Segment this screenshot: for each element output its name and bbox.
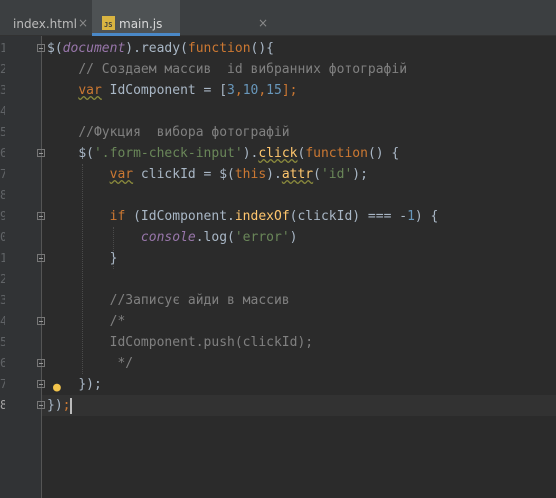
editor-tab-bar: index.html × main.js × JS (0, 0, 556, 36)
fold-icon[interactable] (37, 44, 45, 52)
tab-label: index.html (13, 17, 77, 31)
line-number: 7 (0, 167, 5, 181)
code-editor[interactable]: $(document).ready(function(){ // Создаем… (47, 38, 438, 416)
code-line-3: var IdComponent = [3,10,15]; (78, 83, 298, 98)
code-line-7: var clickId = $(this).attr('id'); (109, 167, 368, 182)
code-line-10: console.log('error') (140, 230, 298, 245)
code-line-1: $(document).ready(function(){ (47, 41, 275, 56)
code-line-16: */ (109, 356, 134, 371)
line-number: 9 (0, 209, 5, 223)
code-line-14: /* (109, 314, 126, 329)
fold-icon[interactable] (37, 401, 45, 409)
close-icon[interactable]: × (258, 16, 268, 30)
fold-icon[interactable] (37, 254, 45, 262)
line-number: 8 (0, 188, 5, 202)
line-number: 5 (0, 335, 5, 349)
tab-index-html[interactable]: index.html × (0, 0, 90, 36)
line-number: 3 (0, 293, 5, 307)
fold-icon[interactable] (37, 317, 45, 325)
line-number: 8 (0, 398, 5, 412)
code-line-6: $('.form-check-input').click(function() … (78, 146, 400, 161)
close-icon[interactable]: × (78, 16, 88, 30)
line-number: 1 (0, 251, 5, 265)
line-number: 3 (0, 83, 5, 97)
js-file-icon: JS (102, 16, 115, 30)
line-number: 2 (0, 62, 5, 76)
code-line-13: //Записує айди в массив (109, 293, 290, 308)
fold-icon[interactable] (37, 380, 45, 388)
line-number: 0 (0, 230, 5, 244)
code-line-5: //Фукция вибора фотографій (78, 125, 290, 140)
code-line-17: }); (78, 377, 102, 392)
code-line-15: IdComponent.push(clickId); (109, 335, 314, 350)
code-line-18: }); (47, 397, 73, 414)
line-number: 6 (0, 146, 5, 160)
tab-label: main.js (119, 17, 163, 31)
line-number: 2 (0, 272, 5, 286)
line-number: 5 (0, 125, 5, 139)
line-number: 4 (0, 314, 5, 328)
code-line-9: if (IdComponent.indexOf(clickId) === -1)… (109, 209, 439, 224)
code-line-11: } (109, 251, 118, 266)
line-number: 7 (0, 377, 5, 391)
fold-icon[interactable] (37, 359, 45, 367)
text-cursor (70, 397, 73, 414)
line-number: 1 (0, 41, 5, 55)
fold-icon[interactable] (37, 149, 45, 157)
fold-icon[interactable] (37, 212, 45, 220)
line-number: 6 (0, 356, 5, 370)
line-number: 4 (0, 104, 5, 118)
code-line-2: // Создаем массив id вибранних фотографі… (78, 62, 408, 77)
line-number-gutter (0, 36, 42, 498)
